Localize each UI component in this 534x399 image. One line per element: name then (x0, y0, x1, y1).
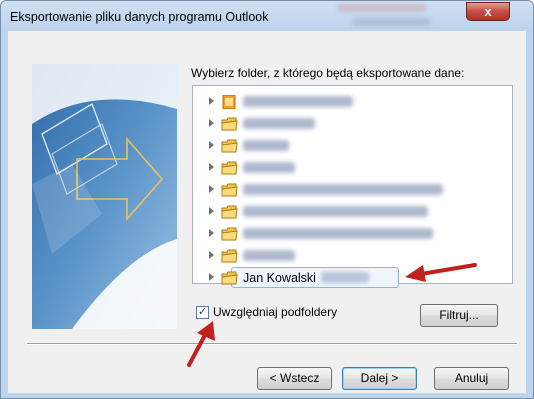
close-button[interactable]: x (466, 2, 510, 21)
expand-icon[interactable] (209, 251, 214, 259)
title-bar[interactable]: Eksportowanie pliku danych programu Outl… (1, 1, 533, 31)
folder-icon (221, 227, 238, 241)
dialog-content: Wybierz folder, z którego będą eksportow… (8, 31, 526, 393)
separator (27, 343, 517, 345)
tree-item[interactable] (193, 223, 511, 245)
filter-button[interactable]: Filtruj... (420, 304, 498, 327)
background-window-blur (337, 4, 427, 12)
include-subfolders-label[interactable]: Uwzględniaj podfoldery (213, 305, 337, 319)
blurred-label (243, 250, 295, 261)
folder-icon (221, 205, 238, 219)
blurred-label (243, 162, 295, 173)
expand-icon[interactable] (209, 273, 214, 281)
background-window-blur (351, 18, 431, 26)
tree-item[interactable] (193, 179, 511, 201)
blurred-label (243, 184, 443, 195)
folder-icon (221, 117, 238, 131)
include-subfolders-checkbox[interactable]: ✓ (196, 306, 209, 319)
folder-icon (221, 183, 238, 197)
tree-item[interactable] (193, 157, 511, 179)
folder-icon (221, 161, 238, 175)
wizard-image (32, 64, 177, 329)
blurred-label (243, 118, 315, 129)
annotation-arrow-icon (187, 321, 215, 367)
annotation-arrow-icon (405, 263, 477, 282)
folder-icon (221, 249, 238, 263)
tree-item[interactable] (193, 201, 511, 223)
tree-item[interactable] (193, 113, 511, 135)
export-dialog-window: Eksportowanie pliku danych programu Outl… (0, 0, 534, 399)
expand-icon[interactable] (209, 97, 214, 105)
blurred-label (243, 140, 289, 151)
selected-folder-label: Jan Kowalski (243, 271, 316, 285)
expand-icon[interactable] (209, 163, 214, 171)
window-title: Eksportowanie pliku danych programu Outl… (10, 10, 269, 24)
blurred-label (321, 272, 369, 283)
blurred-label (243, 228, 433, 239)
tree-item[interactable] (193, 91, 511, 113)
blurred-label (243, 96, 353, 107)
expand-icon[interactable] (209, 185, 214, 193)
expand-icon[interactable] (209, 207, 214, 215)
tree-item[interactable] (193, 135, 511, 157)
next-button[interactable]: Dalej > (342, 367, 417, 390)
back-button[interactable]: < Wstecz (257, 367, 332, 390)
folder-icon (221, 139, 238, 153)
expand-icon[interactable] (209, 229, 214, 237)
expand-icon[interactable] (209, 141, 214, 149)
outlook-data-icon (222, 95, 236, 109)
cancel-button[interactable]: Anuluj (434, 367, 509, 390)
expand-icon[interactable] (209, 119, 214, 127)
folder-prompt-label: Wybierz folder, z którego będą eksportow… (191, 66, 465, 80)
folder-icon (221, 271, 238, 285)
blurred-label (243, 206, 428, 217)
